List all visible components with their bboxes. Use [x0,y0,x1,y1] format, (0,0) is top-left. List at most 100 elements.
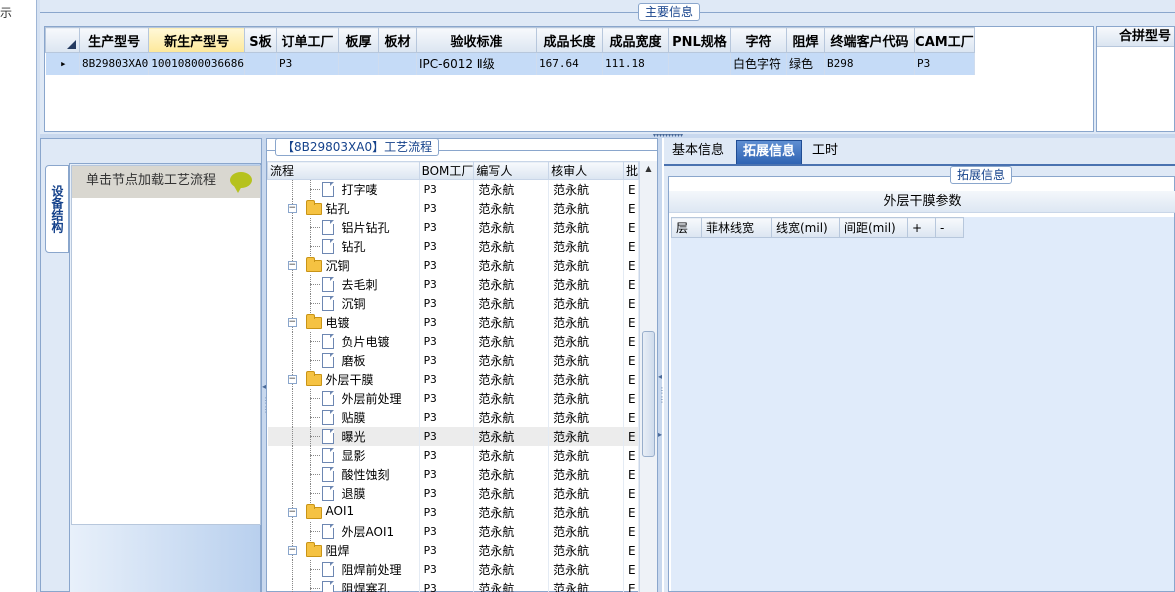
flow-cell-writer[interactable]: 范永航 [473,332,550,351]
flow-cell-writer[interactable]: 范永航 [473,370,550,389]
flow-cell-bom[interactable]: P3 [419,541,475,560]
flow-cell-step[interactable]: 负片电镀 [267,332,420,351]
table-row[interactable]: 钻孔 P3 范永航 范永航 E [267,237,640,256]
flow-cell-reviewer[interactable]: 范永航 [548,465,624,484]
process-flow-table[interactable]: 流程 BOM工厂 编写人 核审人批 打字唛 P3 范永航 范永航 E − 钻孔 P3 范永航 范永航 E 铝… [267,161,640,592]
table-row[interactable]: − AOI1 P3 范永航 范永航 E [267,503,640,522]
table-row[interactable]: 磨板 P3 范永航 范永航 E [267,351,640,370]
flow-cell-approver[interactable]: E [623,237,640,256]
process-flow-scrollbar[interactable]: ▲ [639,161,657,592]
flow-cell-bom[interactable]: P3 [419,389,475,408]
flow-cell-reviewer[interactable]: 范永航 [548,560,624,579]
table-row[interactable]: − 电镀 P3 范永航 范永航 E [267,313,640,332]
flow-cell-step[interactable]: 酸性蚀刻 [267,465,420,484]
flow-cell-reviewer[interactable]: 范永航 [548,389,624,408]
table-row[interactable]: 铝片钻孔 P3 范永航 范永航 E [267,218,640,237]
flow-cell-step[interactable]: 外层前处理 [267,389,420,408]
flow-cell-writer[interactable]: 范永航 [473,351,550,370]
flow-cell-writer[interactable]: 范永航 [473,427,550,446]
flow-cell-writer[interactable]: 范永航 [473,465,550,484]
flow-cell-step[interactable]: 沉铜 [267,294,420,313]
select-all-corner[interactable] [45,27,80,53]
table-row[interactable]: 打字唛 P3 范永航 范永航 E [267,179,640,199]
flow-cell-approver[interactable]: E [623,503,640,522]
flow-cell-approver[interactable]: E [623,199,640,218]
tab-extended-info[interactable]: 拓展信息 [736,140,803,164]
table-row[interactable]: − 沉铜 P3 范永航 范永航 E [267,256,640,275]
flow-cell-reviewer[interactable]: 范永航 [548,427,624,446]
column-header-cam-factory[interactable]: CAM工厂 [913,27,975,53]
table-row[interactable]: 阻焊前处理 P3 范永航 范永航 E [267,560,640,579]
flow-cell-approver[interactable]: E [623,351,640,370]
tree-node[interactable]: 退膜 [268,484,419,503]
flow-cell-reviewer[interactable]: 范永航 [548,237,624,256]
column-header-new-model[interactable]: 新生产型号 [148,27,245,53]
cell-legend[interactable]: 白色字符 [730,52,787,75]
flow-cell-approver[interactable]: E [623,275,640,294]
tree-node[interactable]: − 沉铜 [268,256,419,275]
flow-cell-step[interactable]: 阻焊前处理 [267,560,420,579]
flow-cell-step[interactable]: 显影 [267,446,420,465]
cell-new-model[interactable]: 10010800036686 [148,52,245,75]
ext-column-header-line-width[interactable]: 线宽(mil) [771,217,840,238]
table-row[interactable]: 酸性蚀刻 P3 范永航 范永航 E [267,465,640,484]
tree-node[interactable]: 酸性蚀刻 [268,465,419,484]
collapse-toggle-icon[interactable]: − [287,318,297,327]
tree-node[interactable]: − 钻孔 [268,199,419,218]
flow-cell-step[interactable]: 贴膜 [267,408,420,427]
table-row[interactable]: − 钻孔 P3 范永航 范永航 E [267,199,640,218]
flow-cell-step[interactable]: − AOI1 [267,503,420,522]
flow-cell-reviewer[interactable]: 范永航 [548,179,624,199]
flow-cell-approver[interactable]: E [623,179,640,199]
merge-model-panel[interactable]: 合拼型号 [1096,26,1175,132]
flow-cell-reviewer[interactable]: 范永航 [548,218,624,237]
cell-pnl-spec[interactable] [668,52,731,75]
flow-cell-bom[interactable]: P3 [419,465,475,484]
collapse-toggle-icon[interactable]: − [287,261,297,270]
flow-cell-bom[interactable]: P3 [419,484,475,503]
flow-cell-bom[interactable]: P3 [419,351,475,370]
table-row[interactable]: − 阻焊 P3 范永航 范永航 E [267,541,640,560]
flow-cell-approver[interactable]: E [623,389,640,408]
column-header-length[interactable]: 成品长度 [535,27,603,53]
flow-cell-bom[interactable]: P3 [419,275,475,294]
flow-cell-writer[interactable]: 范永航 [473,503,550,522]
flow-cell-step[interactable]: 铝片钻孔 [267,218,420,237]
column-header-pnl-spec[interactable]: PNL规格 [667,27,731,53]
cell-length[interactable]: 167.64 [536,52,603,75]
tree-node[interactable]: 沉铜 [268,294,419,313]
tree-node[interactable]: 曝光 [268,427,419,446]
flow-cell-bom[interactable]: P3 [419,294,475,313]
flow-cell-step[interactable]: − 电镀 [267,313,420,332]
tree-node[interactable]: − 电镀 [268,313,419,332]
collapse-toggle-icon[interactable]: − [287,508,297,517]
flow-cell-writer[interactable]: 范永航 [473,522,550,541]
flow-cell-writer[interactable]: 范永航 [473,484,550,503]
flow-cell-reviewer[interactable]: 范永航 [548,579,624,592]
column-header-solder-mask[interactable]: 阻焊 [785,27,825,53]
scroll-up-arrow-icon[interactable]: ▲ [640,161,657,177]
tree-node[interactable]: 阻焊塞孔 [268,579,419,592]
tab-basic-info[interactable]: 基本信息 [666,140,730,164]
scroll-thumb[interactable] [642,331,655,457]
table-row[interactable]: 外层AOI1 P3 范永航 范永航 E [267,522,640,541]
flow-cell-step[interactable]: − 外层干膜 [267,370,420,389]
flow-cell-bom[interactable]: P3 [419,408,475,427]
collapse-toggle-icon[interactable]: − [287,204,297,213]
flow-column-header-2[interactable]: 编写人 [473,161,550,180]
flow-cell-bom[interactable]: P3 [419,446,475,465]
tree-node[interactable]: 钻孔 [268,237,419,256]
flow-cell-reviewer[interactable]: 范永航 [548,446,624,465]
flow-cell-writer[interactable]: 范永航 [473,313,550,332]
flow-cell-approver[interactable]: E [623,427,640,446]
ext-column-header-spacing[interactable]: 间距(mil) [839,217,908,238]
flow-cell-bom[interactable]: P3 [419,179,475,199]
cell-solder-mask[interactable]: 绿色 [786,52,825,75]
flow-cell-writer[interactable]: 范永航 [473,579,550,592]
flow-cell-bom[interactable]: P3 [419,313,475,332]
flow-cell-reviewer[interactable]: 范永航 [548,522,624,541]
cell-material[interactable] [378,52,417,75]
flow-cell-bom[interactable]: P3 [419,218,475,237]
tree-node[interactable]: − 外层干膜 [268,370,419,389]
flow-cell-writer[interactable]: 范永航 [473,560,550,579]
